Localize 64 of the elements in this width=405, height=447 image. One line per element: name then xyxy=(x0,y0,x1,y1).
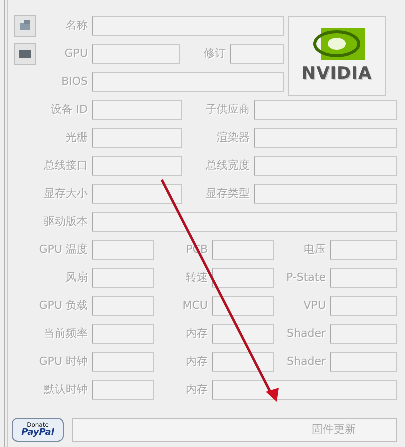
field-label[interactable]: 光栅 xyxy=(14,130,92,146)
field-label[interactable]: 设备 ID xyxy=(14,102,92,118)
text-field[interactable] xyxy=(212,240,274,260)
field-label[interactable]: 驱动版本 xyxy=(14,214,92,230)
text-field[interactable] xyxy=(330,268,397,288)
text-field[interactable] xyxy=(92,352,154,372)
text-field[interactable] xyxy=(92,72,284,92)
text-field[interactable] xyxy=(92,212,397,232)
field-label[interactable]: 显存类型 xyxy=(182,186,254,202)
text-field[interactable] xyxy=(230,44,284,64)
text-field[interactable] xyxy=(254,156,397,176)
graphics-card-icon[interactable] xyxy=(14,15,36,37)
text-field[interactable] xyxy=(212,352,274,372)
text-field[interactable] xyxy=(330,352,397,372)
field-label[interactable]: 渲染器 xyxy=(182,130,254,146)
field-label[interactable]: P-State xyxy=(274,270,330,286)
text-field[interactable] xyxy=(92,184,182,204)
field-label[interactable]: 内存 xyxy=(154,382,212,398)
text-field[interactable] xyxy=(92,268,154,288)
field-label[interactable]: 名称 xyxy=(38,18,92,34)
text-field[interactable] xyxy=(92,128,182,148)
text-field[interactable] xyxy=(212,380,397,400)
text-field[interactable] xyxy=(330,296,397,316)
text-field[interactable] xyxy=(92,16,284,36)
logo-text: NVIDIA xyxy=(302,63,372,86)
status-field[interactable]: 固件更新 xyxy=(72,418,397,442)
text-field[interactable] xyxy=(254,100,397,120)
text-field[interactable] xyxy=(92,100,182,120)
text-field[interactable] xyxy=(254,184,397,204)
field-label[interactable]: 内存 xyxy=(154,326,212,342)
field-label[interactable]: 电压 xyxy=(274,242,330,258)
text-field[interactable] xyxy=(254,128,397,148)
field-label[interactable]: 内存 xyxy=(154,354,212,370)
text-field[interactable] xyxy=(212,324,274,344)
field-label[interactable]: GPU 时钟 xyxy=(14,354,92,370)
text-field[interactable] xyxy=(92,380,154,400)
screen-icon[interactable] xyxy=(14,43,36,65)
text-field[interactable] xyxy=(92,240,154,260)
field-label[interactable]: 子供应商 xyxy=(182,102,254,118)
text-field[interactable] xyxy=(330,240,397,260)
field-label[interactable]: 总线接口 xyxy=(14,158,92,174)
field-label[interactable]: GPU 负载 xyxy=(14,298,92,314)
field-label[interactable]: 当前频率 xyxy=(14,326,92,342)
field-label[interactable]: 转速 xyxy=(154,270,212,286)
text-field[interactable] xyxy=(92,156,182,176)
text-field[interactable] xyxy=(212,296,274,316)
text-field[interactable] xyxy=(92,44,180,64)
field-label[interactable]: GPU xyxy=(38,46,92,62)
field-label[interactable]: BIOS xyxy=(38,74,92,90)
status-text: 固件更新 xyxy=(312,422,356,438)
field-label[interactable]: 显存大小 xyxy=(14,186,92,202)
field-label[interactable]: VPU xyxy=(274,298,330,314)
text-field[interactable] xyxy=(92,324,154,344)
field-label[interactable]: Shader xyxy=(274,326,330,342)
field-label[interactable]: 总线宽度 xyxy=(182,158,254,174)
field-label[interactable]: GPU 温度 xyxy=(14,242,92,258)
text-field[interactable] xyxy=(330,324,397,344)
field-label[interactable]: 默认时钟 xyxy=(14,382,92,398)
field-label[interactable]: MCU xyxy=(154,298,212,314)
text-field[interactable] xyxy=(92,296,154,316)
text-field[interactable] xyxy=(212,268,274,288)
field-label[interactable]: Shader xyxy=(274,354,330,370)
field-label[interactable]: 修订 xyxy=(180,46,230,62)
field-label[interactable]: 风扇 xyxy=(14,270,92,286)
